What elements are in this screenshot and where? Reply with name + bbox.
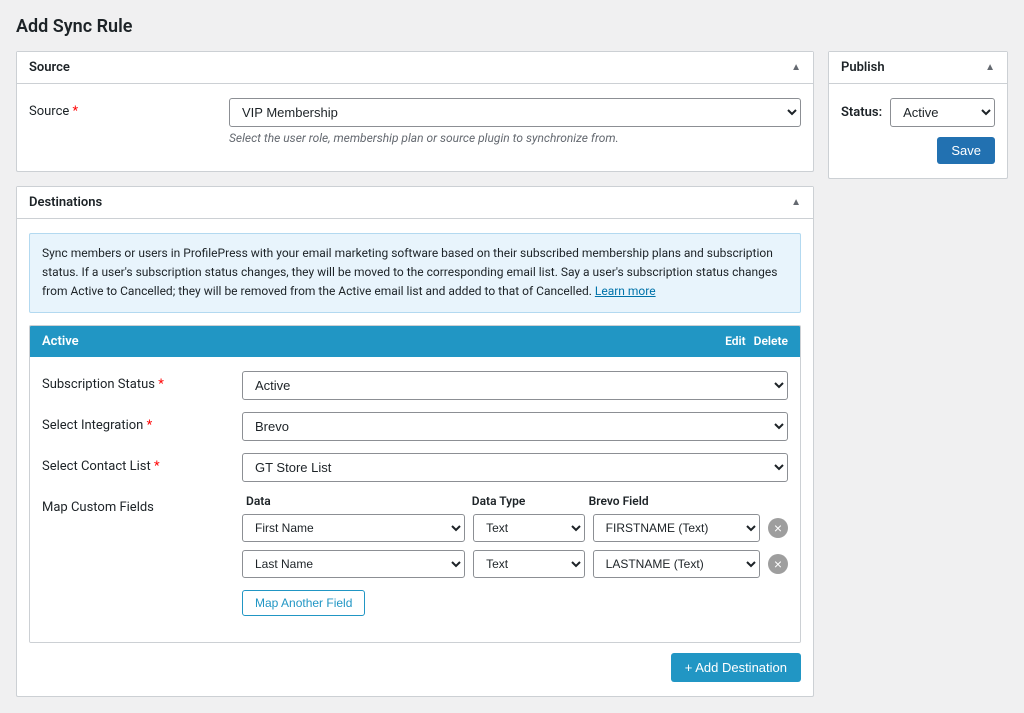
contact-list-select[interactable]: GT Store List General List (242, 453, 788, 482)
publish-card-body: Status: Active Inactive Save (829, 84, 1007, 178)
publish-card-header: Publish ▲ (829, 52, 1007, 84)
field-row-1-data-select[interactable]: First Name Last Name Email (242, 514, 465, 542)
source-card-title: Source (29, 60, 70, 75)
integration-label: Select Integration * (42, 412, 242, 433)
integration-row: Select Integration * Brevo Mailchimp Act… (42, 412, 788, 441)
field-row-2: First Name Last Name Email Text (242, 550, 788, 578)
save-button[interactable]: Save (937, 137, 995, 164)
integration-select[interactable]: Brevo Mailchimp ActiveCampaign (242, 412, 788, 441)
field-row-2-field-select[interactable]: FIRSTNAME (Text) LASTNAME (Text) EMAIL (… (593, 550, 760, 578)
source-card: Source ▲ Source * VIP Membership Basic M… (16, 51, 814, 172)
publish-status-select[interactable]: Active Inactive (890, 98, 995, 127)
info-box: Sync members or users in ProfilePress wi… (29, 233, 801, 313)
source-hint: Select the user role, membership plan or… (229, 131, 801, 145)
col-header-type: Data Type (472, 494, 581, 508)
publish-card-title: Publish (841, 60, 885, 75)
publish-status-label: Status: (841, 105, 882, 120)
col-header-data: Data (246, 494, 464, 508)
delete-destination-btn[interactable]: Delete (754, 334, 788, 348)
learn-more-link[interactable]: Learn more (595, 284, 656, 298)
destination-header-label: Active (42, 334, 79, 349)
destination-section: Active Edit Delete Subscription Status * (29, 325, 801, 643)
contact-list-row: Select Contact List * GT Store List Gene… (42, 453, 788, 482)
map-another-field-btn[interactable]: Map Another Field (242, 590, 365, 616)
destinations-card-title: Destinations (29, 195, 102, 210)
col-header-field: Brevo Field (589, 494, 752, 508)
field-row-1: First Name Last Name Email Text (242, 514, 788, 542)
publish-card: Publish ▲ Status: Active Inactive Save (828, 51, 1008, 179)
source-control-wrap: VIP Membership Basic Membership Premium … (229, 98, 801, 145)
subscription-status-label: Subscription Status * (42, 371, 242, 392)
subscription-status-row: Subscription Status * Active Cancelled E… (42, 371, 788, 400)
col-header-action (760, 494, 784, 508)
subscription-status-wrap: Active Cancelled Expired (242, 371, 788, 400)
field-row-2-remove-btn[interactable]: × (768, 554, 788, 574)
field-row-2-type-select[interactable]: Text Number Date (473, 550, 585, 578)
info-text: Sync members or users in ProfilePress wi… (42, 246, 777, 298)
source-select[interactable]: VIP Membership Basic Membership Premium … (229, 98, 801, 127)
destinations-card-body: Sync members or users in ProfilePress wi… (17, 219, 813, 696)
destinations-card: Destinations ▲ Sync members or users in … (16, 186, 814, 697)
custom-fields-header: Data Data Type Brevo Field (242, 494, 788, 508)
publish-col: Publish ▲ Status: Active Inactive Save (828, 51, 1008, 179)
source-card-header: Source ▲ (17, 52, 813, 84)
field-row-2-data-select[interactable]: First Name Last Name Email (242, 550, 465, 578)
field-row-1-remove-btn[interactable]: × (768, 518, 788, 538)
field-row-1-type-select[interactable]: Text Number Date (473, 514, 585, 542)
page-title: Add Sync Rule (16, 16, 1008, 37)
source-card-body: Source * VIP Membership Basic Membership… (17, 84, 813, 171)
integration-wrap: Brevo Mailchimp ActiveCampaign (242, 412, 788, 441)
contact-list-wrap: GT Store List General List (242, 453, 788, 482)
destinations-card-header: Destinations ▲ (17, 187, 813, 219)
map-fields-row: Map Custom Fields Data Data Type Brevo F… (42, 494, 788, 616)
map-fields-wrap: Data Data Type Brevo Field First (242, 494, 788, 616)
destination-header: Active Edit Delete (30, 326, 800, 357)
add-destination-wrap: + Add Destination (29, 653, 801, 682)
destinations-collapse-icon[interactable]: ▲ (791, 197, 801, 208)
map-fields-label: Map Custom Fields (42, 494, 242, 515)
source-collapse-icon[interactable]: ▲ (791, 62, 801, 73)
contact-list-label: Select Contact List * (42, 453, 242, 474)
publish-collapse-icon[interactable]: ▲ (985, 62, 995, 73)
edit-destination-btn[interactable]: Edit (725, 334, 746, 348)
subscription-status-select[interactable]: Active Cancelled Expired (242, 371, 788, 400)
add-destination-btn[interactable]: + Add Destination (671, 653, 801, 682)
destination-body: Subscription Status * Active Cancelled E… (30, 357, 800, 642)
source-label: Source * (29, 98, 229, 119)
source-form-row: Source * VIP Membership Basic Membership… (29, 98, 801, 145)
destination-header-actions: Edit Delete (725, 334, 788, 348)
field-row-1-field-select[interactable]: FIRSTNAME (Text) LASTNAME (Text) EMAIL (… (593, 514, 760, 542)
publish-status-row: Status: Active Inactive (841, 98, 995, 127)
